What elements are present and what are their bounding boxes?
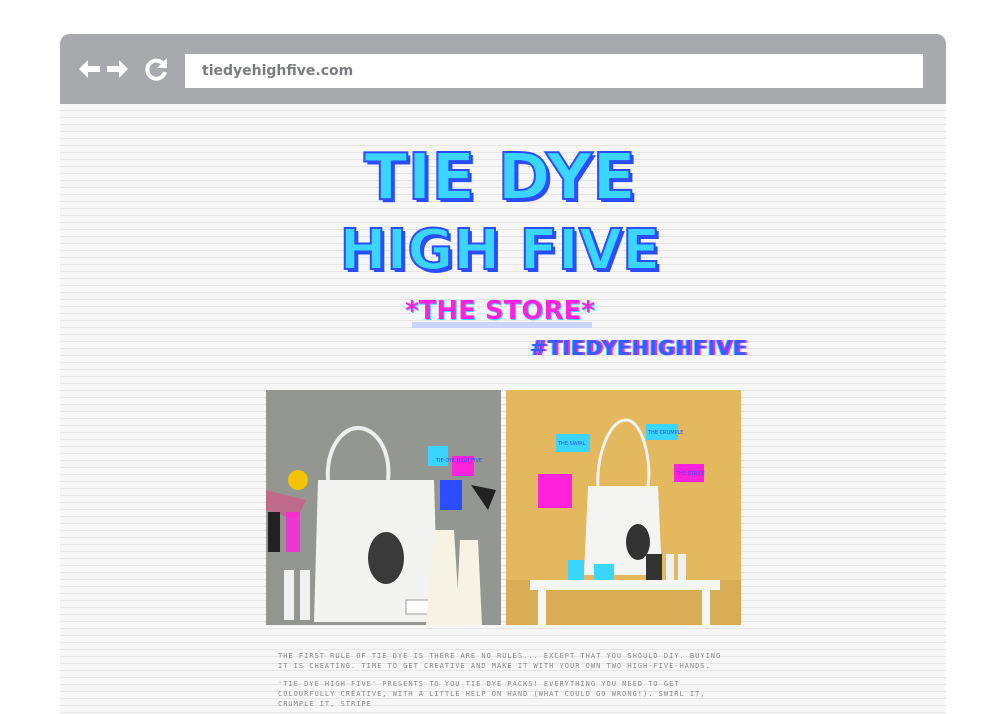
browser-toolbar: tiedyehighfive.com [60,34,946,104]
pack-label: TIE DYE HIGH FIVE [435,458,482,464]
browser-window: tiedyehighfive.com TIE DYE TIE DYE HIGH … [60,34,946,714]
store-description: The first rule of tie dye is there are n… [278,651,723,714]
address-bar[interactable]: tiedyehighfive.com [185,54,923,88]
description-paragraph-1: The first rule of tie dye is there are n… [278,652,722,670]
product-photo-display[interactable]: THE CRUMPLE THE SWIRL THE STRIPE [506,390,741,625]
description-paragraph-2: 'Tie Dye High Five' presents to you tie … [278,680,706,708]
arrow-right-icon[interactable] [105,56,131,82]
card-label-crumple: THE CRUMPLE [647,430,683,436]
logo-subtitle: *THE STORE* [405,296,595,326]
logo-line2: HIGH FIVE [340,218,660,283]
hashtag-link[interactable]: #TIEDYEHIGHFIVE [530,336,747,360]
product-photo-flatlay[interactable]: TIE DYE HIGH FIVE [266,390,501,625]
card-label-swirl: THE SWIRL [557,441,586,447]
web-page: TIE DYE TIE DYE HIGH FIVE HIGH FIVE *THE… [60,104,946,714]
reload-icon[interactable] [144,56,170,82]
card-label-stripe: THE STRIPE [675,471,705,477]
store-logo[interactable]: TIE DYE TIE DYE HIGH FIVE HIGH FIVE *THE… [340,132,660,352]
url-text: tiedyehighfive.com [202,63,354,79]
logo-line1: TIE DYE [364,141,636,215]
arrow-left-icon[interactable] [76,56,102,82]
